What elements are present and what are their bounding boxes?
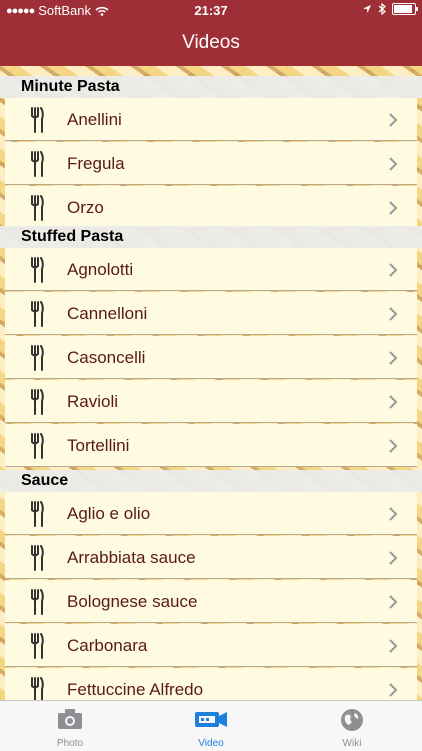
fork-icon (31, 677, 44, 700)
fork-icon (31, 633, 44, 659)
chevron-right-icon (389, 439, 398, 453)
list-item-label: Ravioli (67, 392, 119, 411)
fork-icon (31, 107, 44, 133)
video-list[interactable]: Minute Pasta Anellini Fregula Orzo Stuff… (0, 66, 422, 700)
list-item-label: Aglio e olio (67, 504, 151, 523)
list-item-label: Cannelloni (67, 304, 148, 323)
list-item-label: Fregula (67, 154, 125, 173)
list-item-label: Anellini (67, 110, 122, 129)
chevron-right-icon (389, 113, 398, 127)
list-item[interactable]: Arrabbiata sauce (5, 536, 417, 579)
bluetooth-icon (378, 3, 386, 15)
battery-icon (392, 3, 418, 15)
list-item[interactable]: Casoncelli (5, 336, 417, 379)
chevron-right-icon (389, 507, 398, 521)
list-item[interactable]: Carbonara (5, 624, 417, 667)
section-header-stuffed-pasta: Stuffed Pasta (0, 226, 422, 248)
list-item[interactable]: Agnolotti (5, 248, 417, 291)
location-arrow-icon (363, 5, 371, 13)
fork-icon (31, 301, 44, 327)
list-item[interactable]: Fregula (5, 142, 417, 185)
list-item-label: Orzo (67, 198, 104, 217)
fork-icon (31, 257, 44, 283)
camera-icon (58, 709, 82, 729)
section-header-minute-pasta: Minute Pasta (0, 76, 422, 98)
clock: 21:37 (194, 3, 228, 18)
chevron-right-icon (389, 201, 398, 215)
globe-icon (341, 709, 363, 731)
list-item[interactable]: Tortellini (5, 424, 417, 467)
tab-video[interactable]: Video (141, 701, 281, 751)
list-item[interactable]: Cannelloni (5, 292, 417, 335)
list-item-label: Arrabbiata sauce (67, 548, 196, 567)
list-item-label: Casoncelli (67, 348, 146, 367)
list-item-label: Agnolotti (67, 260, 134, 279)
status-icons (362, 3, 418, 15)
list-item-label: Fettuccine Alfredo (67, 680, 204, 699)
chevron-right-icon (389, 639, 398, 653)
list-item[interactable]: Bolognese sauce (5, 580, 417, 623)
tab-photo[interactable]: Photo (0, 701, 140, 751)
chevron-right-icon (389, 683, 398, 697)
chevron-right-icon (389, 157, 398, 171)
list-item[interactable]: Fettuccine Alfredo (5, 668, 417, 700)
list-item-label: Tortellini (67, 436, 130, 455)
list-item[interactable]: Orzo (5, 186, 417, 229)
list-item-label: Bolognese sauce (67, 592, 198, 611)
chevron-right-icon (389, 595, 398, 609)
tab-label: Video (198, 738, 224, 749)
chevron-right-icon (389, 307, 398, 321)
list-item[interactable]: Ravioli (5, 380, 417, 423)
fork-icon (31, 345, 44, 371)
tab-bar: Photo Video Wiki (0, 700, 422, 751)
chevron-right-icon (389, 351, 398, 365)
fork-icon (31, 545, 44, 571)
list-item[interactable]: Anellini (5, 98, 417, 141)
fork-icon (31, 501, 44, 527)
section-header-sauce: Sauce (0, 470, 422, 492)
tab-label: Photo (56, 738, 84, 749)
fork-icon (31, 433, 44, 459)
tab-wiki[interactable]: Wiki (282, 701, 422, 751)
page-title: Videos (182, 32, 240, 53)
video-camera-icon (195, 712, 227, 727)
fork-icon (31, 151, 44, 177)
chevron-right-icon (389, 263, 398, 277)
tab-label: Wiki (342, 738, 362, 749)
fork-icon (31, 589, 44, 615)
chevron-right-icon (389, 551, 398, 565)
fork-icon (31, 389, 44, 415)
list-item-label: Carbonara (67, 636, 148, 655)
chevron-right-icon (389, 395, 398, 409)
fork-icon (31, 195, 44, 221)
navigation-bar: Videos (0, 22, 422, 66)
list-item[interactable]: Aglio e olio (5, 492, 417, 535)
status-bar: ●●●●● SoftBank 21:37 (0, 0, 422, 22)
